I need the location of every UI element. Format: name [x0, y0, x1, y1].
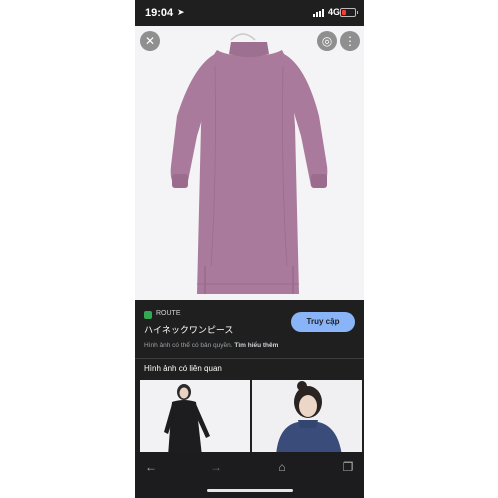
phone-screen: 19:04 ➤ 4G ✕ ◎ ⋮ ROUTE ハイネックワンピース Truy c…	[135, 0, 364, 498]
copyright-text: Hình ảnh có thể có bản quyền.	[144, 342, 233, 349]
more-vert-icon[interactable]: ⋮	[340, 31, 360, 51]
source-favicon-icon	[144, 311, 152, 319]
related-heading: Hình ảnh có liên quan	[144, 364, 222, 373]
related-image-black-dress[interactable]	[140, 380, 250, 456]
divider	[135, 358, 364, 359]
battery-icon	[340, 8, 358, 17]
forward-arrow-icon[interactable]: →	[209, 460, 223, 474]
result-info: ROUTE ハイネックワンピース Truy cập Hình ảnh có th…	[135, 300, 364, 360]
learn-more-link[interactable]: Tìm hiểu thêm	[234, 342, 278, 349]
status-bar: 19:04 ➤ 4G	[135, 0, 364, 26]
browser-nav-bar: ← → ⌂ ❐	[135, 452, 364, 498]
home-indicator[interactable]	[207, 489, 293, 492]
home-icon[interactable]: ⌂	[275, 460, 289, 474]
lens-icon[interactable]: ◎	[317, 31, 337, 51]
source-name[interactable]: ROUTE	[156, 310, 181, 317]
status-time: 19:04	[145, 7, 174, 19]
dress-illustration	[170, 33, 328, 294]
signal-icon	[313, 9, 325, 17]
location-arrow-icon: ➤	[177, 7, 185, 17]
result-title[interactable]: ハイネックワンピース	[144, 323, 233, 336]
copyright-notice: Hình ảnh có thể có bản quyền. Tìm hiểu t…	[144, 342, 278, 349]
tabs-icon[interactable]: ❐	[341, 460, 355, 474]
battery-level	[342, 10, 346, 15]
black-dress-illustration	[140, 380, 250, 456]
close-icon[interactable]: ✕	[140, 31, 160, 51]
dress-image[interactable]: ✕ ◎ ⋮	[135, 26, 364, 300]
blue-sweater-illustration	[252, 380, 362, 456]
related-image-blue-sweater[interactable]	[252, 380, 362, 456]
visit-button[interactable]: Truy cập	[291, 312, 355, 332]
back-arrow-icon[interactable]: ←	[144, 460, 158, 474]
network-type: 4G	[328, 7, 341, 17]
